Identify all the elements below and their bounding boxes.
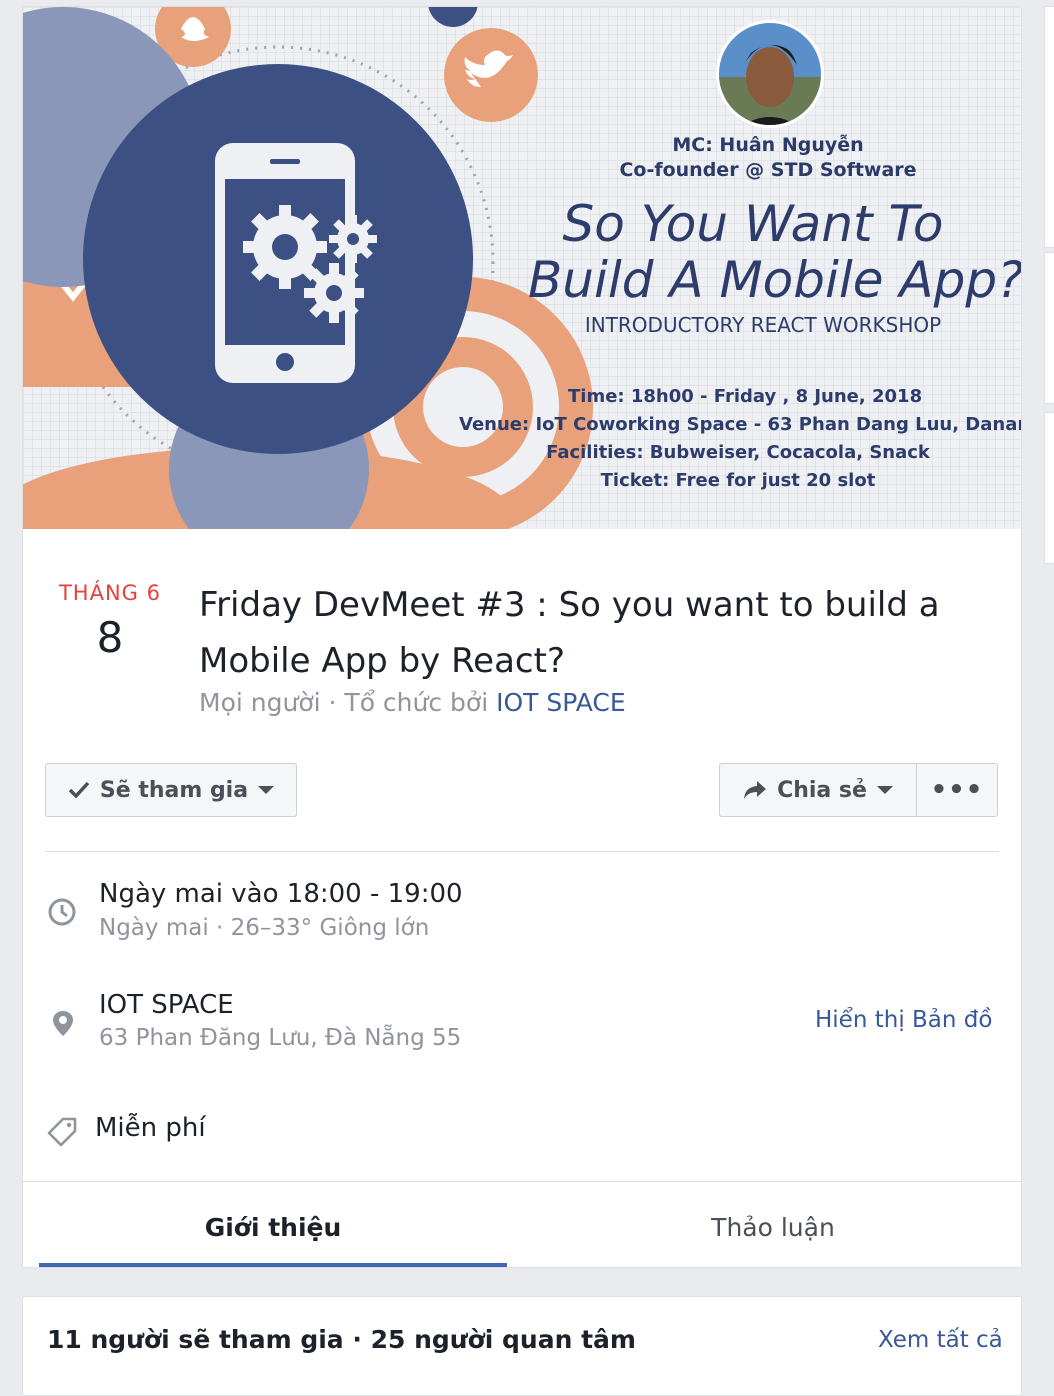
cover-title-line2: Build A Mobile App?	[528, 251, 1022, 309]
organizer-link[interactable]: IOT SPACE	[496, 688, 626, 717]
meta-separator: ·	[328, 688, 345, 717]
tab-discussion[interactable]: Thảo luận	[523, 1185, 1021, 1267]
share-arrow-icon	[744, 781, 767, 799]
event-title: Friday DevMeet #3 : So you want to build…	[199, 585, 940, 681]
cover-mc-role: Co-founder @ STD Software	[619, 159, 917, 181]
event-date-month: THÁNG 6	[58, 581, 161, 605]
check-icon	[68, 781, 90, 799]
organized-by-label: Tổ chức bởi	[344, 688, 489, 717]
event-meta: Mọi người · Tổ chức bởi IOT SPACE	[199, 688, 626, 717]
divider	[23, 1181, 1021, 1182]
event-date-day: 8	[96, 613, 124, 662]
more-options-button[interactable]: •••	[916, 763, 998, 817]
attendance-summary[interactable]: 11 người sẽ tham gia · 25 người quan tâm	[47, 1325, 636, 1354]
event-cover-image[interactable]: MC: Huân Nguyễn Co-founder @ STD Softwar…	[23, 7, 1022, 529]
chevron-down-icon	[876, 786, 893, 794]
cover-venue: Venue: IoT Coworking Space - 63 Phan Dan…	[459, 414, 1022, 435]
cover-mc-name: MC: Huân Nguyễn	[672, 134, 864, 156]
event-time[interactable]: Ngày mai vào 18:00 - 19:00	[99, 879, 463, 909]
active-tab-indicator	[39, 1263, 507, 1267]
chevron-down-icon	[258, 786, 275, 794]
side-panel-edge	[1044, 252, 1054, 404]
event-audience: Mọi người	[199, 688, 321, 717]
share-button-label: Chia sẻ	[777, 777, 867, 803]
clock-icon	[48, 898, 76, 926]
show-map-link[interactable]: Hiển thị Bản đồ	[815, 1007, 992, 1033]
event-price: Miễn phí	[95, 1113, 206, 1143]
location-pin-icon	[53, 1011, 73, 1036]
more-icon: •••	[930, 775, 984, 805]
going-button-label: Sẽ tham gia	[99, 777, 249, 803]
going-button[interactable]: Sẽ tham gia	[45, 763, 297, 817]
tab-about[interactable]: Giới thiệu	[39, 1185, 507, 1267]
place-address: 63 Phan Đăng Lưu, Đà Nẵng 55	[99, 1025, 462, 1051]
event-time-weather: Ngày mai · 26–33° Giông lớn	[99, 915, 430, 941]
divider	[45, 851, 999, 852]
side-panel-edge	[1044, 6, 1054, 248]
cover-facilities: Facilities: Bubweiser, Cocacola, Snack	[546, 442, 930, 463]
cover-ticket: Ticket: Free for just 20 slot	[600, 470, 876, 491]
event-card: MC: Huân Nguyễn Co-founder @ STD Softwar…	[22, 6, 1022, 1268]
attendance-card: 11 người sẽ tham gia · 25 người quan tâm…	[22, 1296, 1022, 1396]
side-panel-edge	[1044, 412, 1054, 564]
ticket-icon	[47, 1117, 77, 1147]
share-button[interactable]: Chia sẻ	[719, 763, 917, 817]
place-name[interactable]: IOT SPACE	[99, 990, 234, 1020]
see-all-link[interactable]: Xem tất cả	[878, 1327, 1003, 1353]
cover-time: Time: 18h00 - Friday , 8 June, 2018	[568, 386, 923, 407]
cover-title-line1: So You Want To	[562, 195, 944, 253]
cover-subtitle: INTRODUCTORY REACT WORKSHOP	[584, 313, 942, 337]
